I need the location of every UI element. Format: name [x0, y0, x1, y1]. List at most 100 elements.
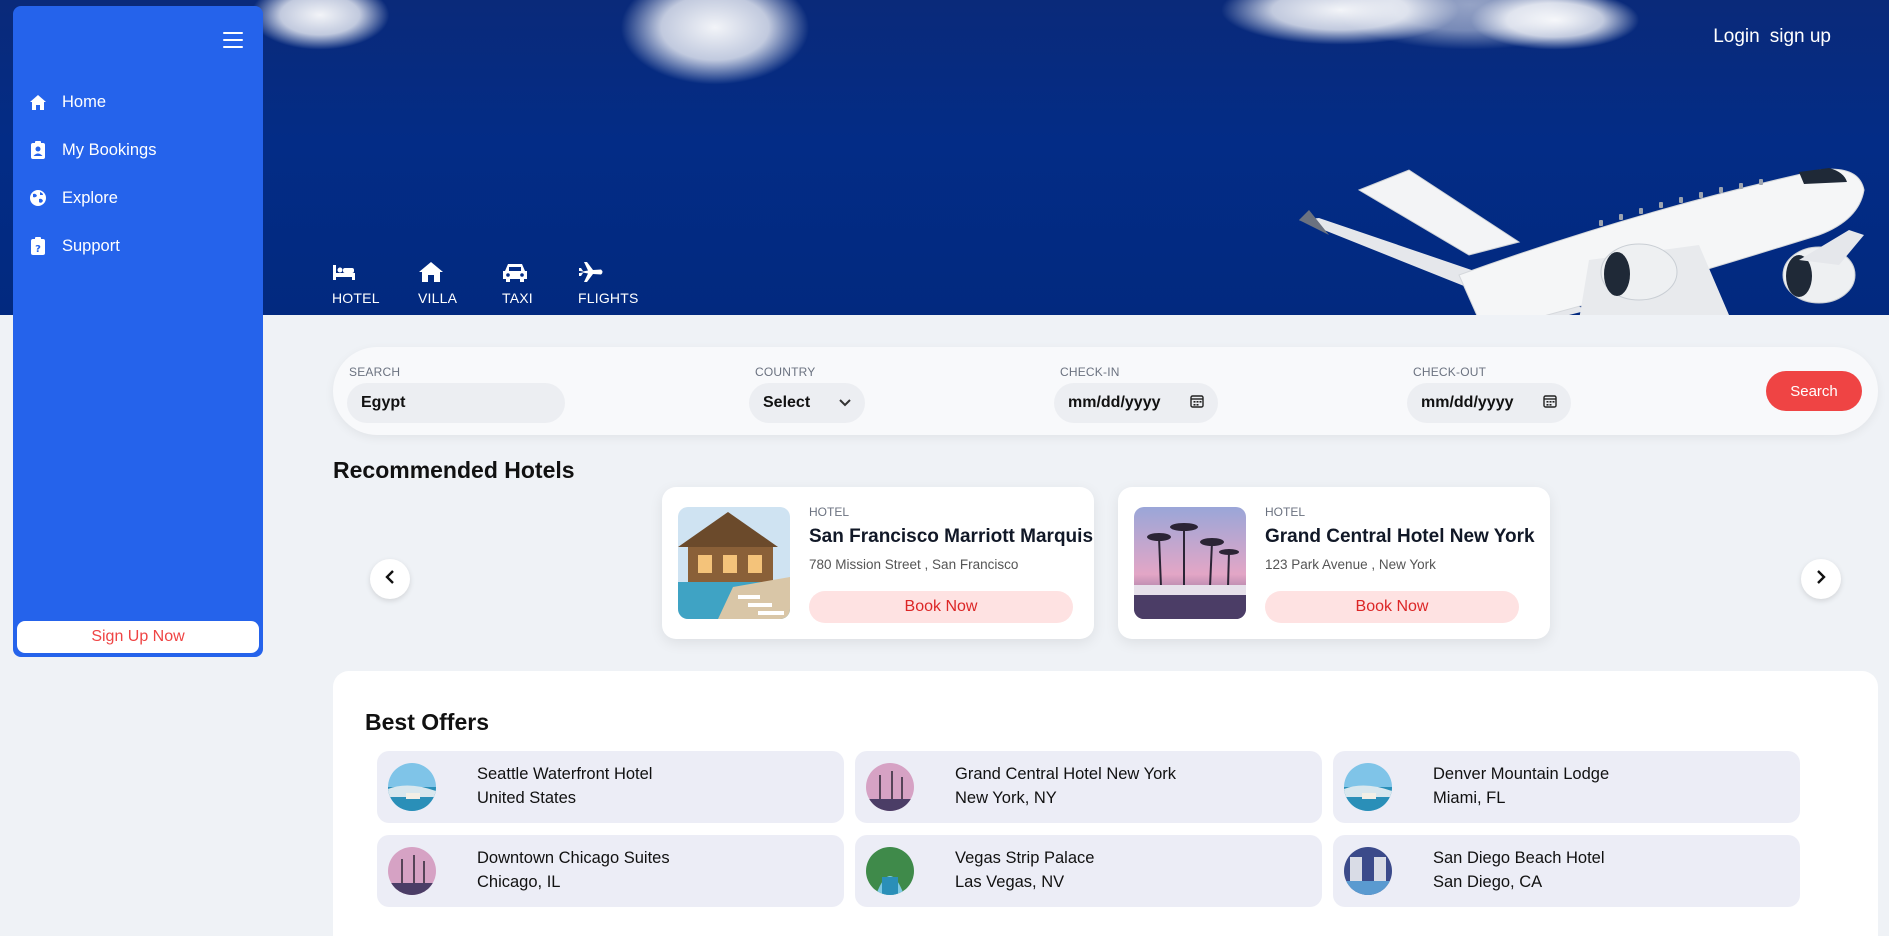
clipboard-question-icon: ? [29, 237, 47, 255]
recommended-hotels-title: Recommended Hotels [333, 457, 575, 483]
checkout-placeholder: mm/dd/yyyy [1421, 394, 1514, 411]
svg-text:?: ? [35, 244, 41, 255]
offer-avatar [1344, 847, 1392, 895]
checkout-date-input[interactable]: mm/dd/yyyy [1407, 383, 1571, 423]
category-label: FLIGHTS [578, 290, 639, 306]
offer-name: Grand Central Hotel New York [955, 765, 1177, 783]
offer-name: San Diego Beach Hotel [1433, 849, 1605, 867]
search-field-group: SEARCH Egypt [333, 365, 565, 423]
chevron-down-icon [839, 394, 851, 412]
chevron-left-icon [385, 569, 395, 590]
sidebar-item-label: Support [62, 236, 120, 255]
hamburger-menu-icon[interactable] [223, 32, 243, 53]
best-offers-title: Best Offers [365, 709, 489, 735]
offer-item[interactable]: Vegas Strip Palace Las Vegas, NV [855, 835, 1322, 907]
sidebar-item-label: Explore [62, 188, 118, 207]
best-offers-section: Best Offers Seattle Waterfront Hotel Uni… [333, 671, 1878, 936]
hotel-name: San Francisco Marriott Marquis [809, 526, 1094, 547]
hotel-card: HOTEL San Francisco Marriott Marquis 780… [662, 487, 1094, 639]
country-select[interactable]: Select [749, 383, 865, 423]
search-input-value: Egypt [361, 394, 406, 411]
clipboard-user-icon [29, 141, 47, 159]
calendar-icon [1190, 394, 1204, 413]
hotel-thumbnail [1134, 507, 1246, 619]
offer-item[interactable]: Grand Central Hotel New York New York, N… [855, 751, 1322, 823]
country-select-value: Select [763, 394, 811, 411]
search-input[interactable]: Egypt [347, 383, 565, 423]
checkin-placeholder: mm/dd/yyyy [1068, 394, 1161, 411]
calendar-icon [1543, 394, 1557, 413]
offer-location: Miami, FL [1433, 789, 1506, 807]
plane-icon [578, 258, 604, 286]
checkout-label: CHECK-OUT [1413, 365, 1487, 379]
offer-name: Vegas Strip Palace [955, 849, 1095, 867]
sidebar-nav: Home My Bookings Explore ? Support [29, 78, 156, 270]
offer-item[interactable]: Seattle Waterfront Hotel United States [377, 751, 844, 823]
book-now-button[interactable]: Book Now [1265, 591, 1519, 623]
offer-avatar [866, 847, 914, 895]
country-label: COUNTRY [755, 365, 816, 379]
hotel-thumbnail [678, 507, 790, 619]
sidebar-item-home[interactable]: Home [29, 78, 156, 126]
offer-avatar [866, 763, 914, 811]
checkout-field-group: CHECK-OUT mm/dd/yyyy [1397, 365, 1571, 423]
category-label: TAXI [502, 290, 533, 306]
carousel-next-button[interactable] [1801, 559, 1841, 599]
category-tabs: HOTEL VILLA TAXI FLIGHTS [332, 258, 664, 306]
sidebar: Home My Bookings Explore ? Support Sign … [13, 6, 263, 657]
category-flights[interactable]: FLIGHTS [578, 258, 664, 306]
offer-location: United States [477, 789, 577, 807]
offer-item[interactable]: Denver Mountain Lodge Miami, FL [1333, 751, 1800, 823]
hotel-card: HOTEL Grand Central Hotel New York 123 P… [1118, 487, 1550, 639]
bed-icon [332, 258, 356, 286]
category-taxi[interactable]: TAXI [502, 258, 578, 306]
sign-up-now-button[interactable]: Sign Up Now [17, 621, 259, 653]
country-field-group: COUNTRY Select [739, 365, 865, 423]
hotel-name: Grand Central Hotel New York [1265, 526, 1535, 547]
carousel-prev-button[interactable] [370, 559, 410, 599]
offer-item[interactable]: San Diego Beach Hotel San Diego, CA [1333, 835, 1800, 907]
chevron-right-icon [1816, 569, 1826, 590]
taxi-icon [502, 258, 528, 286]
hotel-type-label: HOTEL [809, 505, 850, 519]
signup-link[interactable]: sign up [1770, 26, 1831, 48]
search-bar: SEARCH Egypt COUNTRY Select CHECK-IN mm/… [333, 347, 1878, 435]
offer-avatar [1344, 763, 1392, 811]
offer-item[interactable]: Downtown Chicago Suites Chicago, IL [377, 835, 844, 907]
offer-name: Denver Mountain Lodge [1433, 765, 1610, 783]
offer-avatar [388, 763, 436, 811]
category-label: HOTEL [332, 290, 380, 306]
sidebar-item-explore[interactable]: Explore [29, 174, 156, 222]
auth-links: Login sign up [1713, 26, 1831, 48]
checkin-date-input[interactable]: mm/dd/yyyy [1054, 383, 1218, 423]
offer-name: Downtown Chicago Suites [477, 849, 670, 867]
offer-name: Seattle Waterfront Hotel [477, 765, 653, 783]
category-villa[interactable]: VILLA [418, 258, 502, 306]
checkin-label: CHECK-IN [1060, 365, 1120, 379]
hotel-address: 123 Park Avenue , New York [1265, 557, 1436, 572]
cloud-decoration [620, 0, 810, 85]
category-hotel[interactable]: HOTEL [332, 258, 418, 306]
offer-location: Chicago, IL [477, 873, 561, 891]
login-link[interactable]: Login [1713, 26, 1760, 48]
sidebar-item-label: My Bookings [62, 140, 157, 159]
search-label: SEARCH [349, 365, 401, 379]
hotel-type-label: HOTEL [1265, 505, 1306, 519]
offer-location: San Diego, CA [1433, 873, 1543, 891]
sidebar-item-support[interactable]: ? Support [29, 222, 156, 270]
category-label: VILLA [418, 290, 458, 306]
globe-icon [29, 189, 47, 207]
hero-banner: Login sign up HOTEL VILLA TAXI FLIGHTS [0, 0, 1889, 315]
offer-location: New York, NY [955, 789, 1057, 807]
hotel-address: 780 Mission Street , San Francisco [809, 557, 1019, 572]
offer-avatar [388, 847, 436, 895]
airplane-illustration [1299, 168, 1865, 315]
sidebar-item-label: Home [62, 92, 107, 111]
cloud-decoration [250, 0, 390, 50]
book-now-button[interactable]: Book Now [809, 591, 1073, 623]
home-icon [29, 93, 47, 111]
checkin-field-group: CHECK-IN mm/dd/yyyy [1044, 365, 1218, 423]
offer-location: Las Vegas, NV [955, 873, 1065, 891]
sidebar-item-my-bookings[interactable]: My Bookings [29, 126, 156, 174]
search-button[interactable]: Search [1766, 371, 1862, 411]
